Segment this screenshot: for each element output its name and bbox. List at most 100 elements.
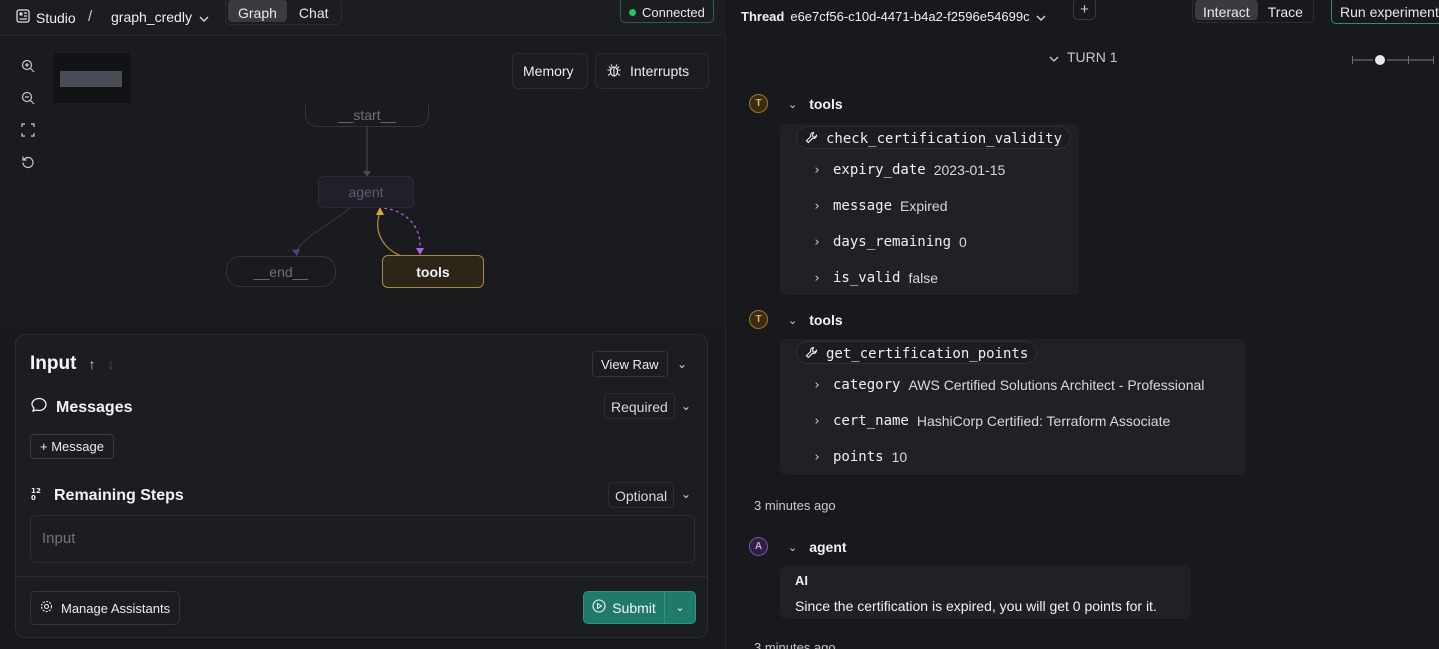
chevron-right-icon: › [813,198,821,214]
tool-arg-row[interactable]: › cert_name HashiCorp Certified: Terraform… [813,413,1170,429]
turn-header[interactable]: TURN 1 [1049,49,1118,65]
turn-label: TURN 1 [1067,49,1118,65]
node-start[interactable]: __start__ [305,103,429,127]
chevron-right-icon: › [813,377,821,393]
input-panel: Input ↑ ↓ View Raw ⌄ Messages Required ⌄… [15,334,708,638]
steps-optional-dropdown[interactable]: Optional [608,482,675,508]
turn-slider[interactable] [1352,53,1434,67]
messages-label: Messages [56,398,133,416]
tool-arg-row[interactable]: › days_remaining 0 [813,234,967,250]
messages-required-dropdown[interactable]: Required [604,393,675,419]
step-header[interactable]: ⌄ tools [788,96,843,112]
arg-value: HashiCorp Certified: Terraform Associate [916,413,1171,429]
input-title-row: Input ↑ ↓ [30,353,114,375]
wrench-icon [805,131,818,148]
step-header[interactable]: ⌄ agent [788,539,847,555]
edge-arrow-tools [416,248,424,255]
svg-text:2: 2 [36,487,41,495]
manage-assistants-label: Manage Assistants [61,600,171,616]
node-agent[interactable]: agent [318,176,414,208]
tools-avatar: T [749,310,768,329]
arrow-down-icon[interactable]: ↓ [107,356,114,372]
edge-arrow-end [292,249,300,256]
arg-key: days_remaining [833,234,952,250]
play-circle-icon [592,599,606,616]
run-panel: TURN 1 T ⌄ tools check_certification_val… [725,36,1439,649]
arg-value: 0 [959,234,967,250]
thread-selector[interactable]: Thread e6e7cf56-c10d-4471-b4a2-f2596e546… [741,9,1046,24]
slider-tick [1408,56,1409,64]
gear-icon [40,600,53,616]
arg-value: false [908,270,939,286]
agent-avatar: A [749,537,768,556]
remaining-steps-field-label: 120 Remaining Steps [30,485,184,506]
run-experiment-button[interactable]: Run experiment [1331,0,1439,24]
tab-trace[interactable]: Trace [1260,0,1311,20]
arg-key: cert_name [833,413,909,429]
run-mode-switch: Interact Trace [1192,0,1314,23]
chevron-down-icon[interactable]: ⌄ [681,399,691,413]
remaining-steps-input[interactable]: Input [30,515,695,563]
step-header[interactable]: ⌄ tools [788,312,843,328]
arg-key: category [833,377,901,393]
arg-value: Expired [900,198,948,214]
message-role: AI [795,573,808,588]
number-icon: 120 [30,485,46,506]
step-node-name: tools [809,96,843,112]
step-node-name: tools [809,312,843,328]
chevron-right-icon: › [813,449,821,465]
tool-name: get_certification_points [826,346,1029,362]
tool-name: check_certification_validity [826,131,1063,147]
edge-arrow-agent-gold [376,207,384,215]
tool-arg-row[interactable]: › is_valid false [813,270,938,286]
arg-value: AWS Certified Solutions Architect - Prof… [908,377,1205,393]
submit-button-group: Submit ⌄ [583,591,696,624]
arg-value: 2023-01-15 [933,162,1006,178]
node-tools[interactable]: tools [382,255,484,288]
message-text: Since the certification is expired, you … [795,598,1157,614]
new-thread-button[interactable]: + [1073,0,1096,20]
tool-arg-row[interactable]: › category AWS Certified Solutions Archite… [813,377,1204,393]
chevron-right-icon: › [813,162,821,178]
view-raw-button[interactable]: View Raw [592,351,668,377]
graph-edges [292,127,424,259]
tool-call-card: get_certification_points › category AWS Ce… [780,339,1246,475]
tool-arg-row[interactable]: › message Expired [813,198,947,214]
remaining-steps-label: Remaining Steps [54,486,184,504]
timestamp: 3 minutes ago [754,498,836,513]
divider [16,576,707,577]
tab-interact[interactable]: Interact [1195,0,1258,20]
submit-options-chevron-icon[interactable]: ⌄ [665,592,695,623]
edge-tools-agent [377,211,413,259]
slider-knob[interactable] [1373,53,1387,67]
chat-bubble-icon [30,396,48,419]
node-end[interactable]: __end__ [226,256,336,287]
chevron-down-icon[interactable]: ⌄ [677,357,687,371]
chevron-right-icon: › [813,234,821,250]
add-message-button[interactable]: + Message [30,434,114,459]
tool-name-pill[interactable]: check_certification_validity [796,126,1072,149]
slider-tick [1433,56,1434,64]
input-title: Input [30,353,77,374]
edge-agent-tools [383,207,421,251]
tool-name-pill[interactable]: get_certification_points [796,341,1038,364]
chevron-right-icon: › [813,270,821,286]
arg-key: message [833,198,893,214]
manage-assistants-button[interactable]: Manage Assistants [30,591,181,625]
tools-avatar: T [749,94,768,113]
arg-value: 10 [891,449,908,465]
thread-label: Thread [741,9,785,24]
chevron-down-icon: ⌄ [788,541,798,554]
chevron-down-icon[interactable]: ⌄ [681,487,691,501]
slider-tick [1352,56,1353,64]
chevron-down-icon: ⌄ [788,98,798,111]
chevron-down-icon [1049,49,1059,65]
chevron-down-icon [1036,9,1046,24]
wrench-icon [805,346,818,363]
arrow-up-icon[interactable]: ↑ [88,356,95,372]
messages-field-label: Messages [30,396,133,419]
submit-button[interactable]: Submit [584,592,665,623]
tool-arg-row[interactable]: › expiry_date 2023-01-15 [813,162,1005,178]
chevron-right-icon: › [813,413,821,429]
tool-arg-row[interactable]: › points 10 [813,449,907,465]
